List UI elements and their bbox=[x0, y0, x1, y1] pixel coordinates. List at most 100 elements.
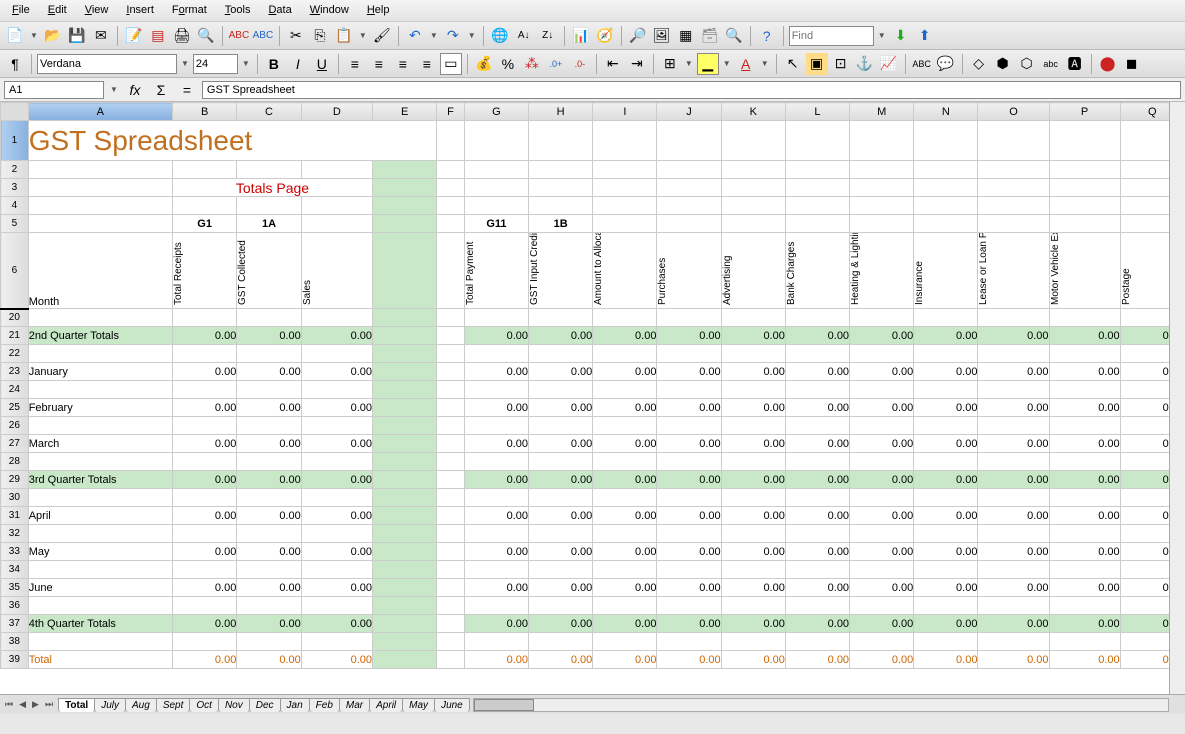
currency-icon[interactable]: 💰 bbox=[473, 53, 495, 75]
sheet-tab-april[interactable]: April bbox=[369, 698, 403, 712]
sort-asc-icon[interactable]: A↓ bbox=[513, 25, 535, 47]
fontcolor-icon[interactable]: A bbox=[735, 53, 757, 75]
anchor-icon[interactable]: ⚓ bbox=[854, 53, 876, 75]
menu-view[interactable]: View bbox=[77, 2, 117, 19]
tab-prev-icon[interactable]: ◀ bbox=[16, 699, 29, 710]
find-input[interactable] bbox=[789, 26, 874, 46]
percent-icon[interactable]: % bbox=[497, 53, 519, 75]
align-justify-icon[interactable]: ≡ bbox=[416, 53, 438, 75]
name-box[interactable] bbox=[4, 81, 104, 99]
tab-next-icon[interactable]: ▶ bbox=[29, 699, 42, 710]
group-icon[interactable]: ⊡ bbox=[830, 53, 852, 75]
row-label-34[interactable] bbox=[28, 561, 172, 579]
menu-help[interactable]: Help bbox=[359, 2, 398, 19]
menu-data[interactable]: Data bbox=[260, 2, 299, 19]
text-effects-icon[interactable]: abc bbox=[1040, 53, 1062, 75]
bgcolor-icon[interactable]: ▁ bbox=[697, 53, 719, 75]
inc-indent-icon[interactable]: ⇥ bbox=[626, 53, 648, 75]
stop-icon[interactable]: ◼ bbox=[1121, 53, 1143, 75]
menu-edit[interactable]: Edit bbox=[40, 2, 75, 19]
del-decimal-icon[interactable]: .0- bbox=[569, 53, 591, 75]
shapes1-icon[interactable]: ◇ bbox=[968, 53, 990, 75]
redo-dropdown-icon[interactable]: ▼ bbox=[466, 31, 478, 40]
textbox-icon[interactable]: ABC bbox=[911, 53, 933, 75]
dec-indent-icon[interactable]: ⇤ bbox=[602, 53, 624, 75]
zoom-icon[interactable]: 🔍 bbox=[723, 25, 745, 47]
col-header-O[interactable]: O bbox=[978, 103, 1049, 121]
month-label[interactable]: Month bbox=[28, 233, 172, 309]
col-header-J[interactable]: J bbox=[657, 103, 721, 121]
spreadsheet-grid[interactable]: ABCDEFGHIJKLMNOPQ1GST Spreadsheet23Total… bbox=[0, 102, 1185, 694]
datapilot-icon[interactable]: 🗃 bbox=[699, 25, 721, 47]
subtitle-cell[interactable]: Totals Page bbox=[172, 179, 372, 197]
menu-tools[interactable]: Tools bbox=[217, 2, 259, 19]
row-label-31[interactable]: April bbox=[28, 507, 172, 525]
menu-format[interactable]: Format bbox=[164, 2, 215, 19]
autospell-icon[interactable]: ABC bbox=[252, 25, 274, 47]
sheet-tab-nov[interactable]: Nov bbox=[218, 698, 250, 712]
col-header-E[interactable]: E bbox=[373, 103, 437, 121]
sheet-tab-total[interactable]: Total bbox=[58, 698, 95, 712]
find-icon[interactable]: 🔎 bbox=[627, 25, 649, 47]
navigator-icon[interactable]: 🧭 bbox=[594, 25, 616, 47]
sheet-tab-july[interactable]: July bbox=[94, 698, 126, 712]
formula-input[interactable] bbox=[202, 81, 1181, 99]
col-header-N[interactable]: N bbox=[914, 103, 978, 121]
find-next-icon[interactable]: ⬇ bbox=[890, 25, 912, 47]
col-header-F[interactable]: F bbox=[437, 103, 465, 121]
arrow-icon[interactable]: ↖ bbox=[782, 53, 804, 75]
col-header-H[interactable]: H bbox=[529, 103, 593, 121]
sheet-tab-feb[interactable]: Feb bbox=[309, 698, 340, 712]
edit-file-icon[interactable]: 📝 bbox=[123, 25, 145, 47]
row-label-24[interactable] bbox=[28, 381, 172, 399]
row-label-30[interactable] bbox=[28, 489, 172, 507]
find-prev-icon[interactable]: ⬆ bbox=[914, 25, 936, 47]
record-icon[interactable]: ⬤ bbox=[1097, 53, 1119, 75]
shapes2-icon[interactable]: ⬢ bbox=[992, 53, 1014, 75]
col-header-L[interactable]: L bbox=[785, 103, 849, 121]
title-cell[interactable]: GST Spreadsheet bbox=[28, 121, 437, 161]
row-header-1[interactable]: 1 bbox=[1, 121, 29, 161]
gallery-icon[interactable]: 🖼 bbox=[651, 25, 673, 47]
col-header-K[interactable]: K bbox=[721, 103, 785, 121]
redo-icon[interactable]: ↷ bbox=[442, 25, 464, 47]
shapes3-icon[interactable]: ⬡ bbox=[1016, 53, 1038, 75]
col-header-A[interactable]: A bbox=[28, 103, 172, 121]
undo-dropdown-icon[interactable]: ▼ bbox=[428, 31, 440, 40]
undo-icon[interactable]: ↶ bbox=[404, 25, 426, 47]
preview-icon[interactable]: 🔍 bbox=[195, 25, 217, 47]
sort-desc-icon[interactable]: Z↓ bbox=[537, 25, 559, 47]
select-all-corner[interactable] bbox=[1, 103, 29, 121]
bold-icon[interactable]: B bbox=[263, 53, 285, 75]
number-std-icon[interactable]: ⁂ bbox=[521, 53, 543, 75]
row-label-35[interactable]: June bbox=[28, 579, 172, 597]
sheet-tab-sept[interactable]: Sept bbox=[156, 698, 191, 712]
cut-icon[interactable]: ✂ bbox=[285, 25, 307, 47]
sheet-tab-oct[interactable]: Oct bbox=[189, 698, 219, 712]
row-label-38[interactable] bbox=[28, 633, 172, 651]
row-label-32[interactable] bbox=[28, 525, 172, 543]
styles-icon[interactable]: ¶ bbox=[4, 53, 26, 75]
chart-icon[interactable]: 📊 bbox=[570, 25, 592, 47]
row-label-28[interactable] bbox=[28, 453, 172, 471]
align-right-icon[interactable]: ≡ bbox=[392, 53, 414, 75]
datasources-icon[interactable]: ▦ bbox=[675, 25, 697, 47]
fx-icon[interactable]: fx bbox=[124, 79, 146, 101]
menu-window[interactable]: Window bbox=[302, 2, 357, 19]
font-dropdown-icon[interactable]: ▼ bbox=[179, 59, 191, 68]
row-label-39[interactable]: Total bbox=[28, 651, 172, 669]
row-label-37[interactable]: 4th Quarter Totals bbox=[28, 615, 172, 633]
row-label-22[interactable] bbox=[28, 345, 172, 363]
new-dropdown-icon[interactable]: ▼ bbox=[28, 31, 40, 40]
underline-icon[interactable]: U bbox=[311, 53, 333, 75]
sheet-tab-dec[interactable]: Dec bbox=[249, 698, 281, 712]
row-label-36[interactable] bbox=[28, 597, 172, 615]
italic-icon[interactable]: I bbox=[287, 53, 309, 75]
print-icon[interactable]: 🖨 bbox=[171, 25, 193, 47]
select-icon[interactable]: ▣ bbox=[806, 53, 828, 75]
paste-dropdown-icon[interactable]: ▼ bbox=[357, 31, 369, 40]
sheet-tab-may[interactable]: May bbox=[402, 698, 435, 712]
row-label-29[interactable]: 3rd Quarter Totals bbox=[28, 471, 172, 489]
chart2-icon[interactable]: 📈 bbox=[878, 53, 900, 75]
open-icon[interactable]: 📂 bbox=[42, 25, 64, 47]
